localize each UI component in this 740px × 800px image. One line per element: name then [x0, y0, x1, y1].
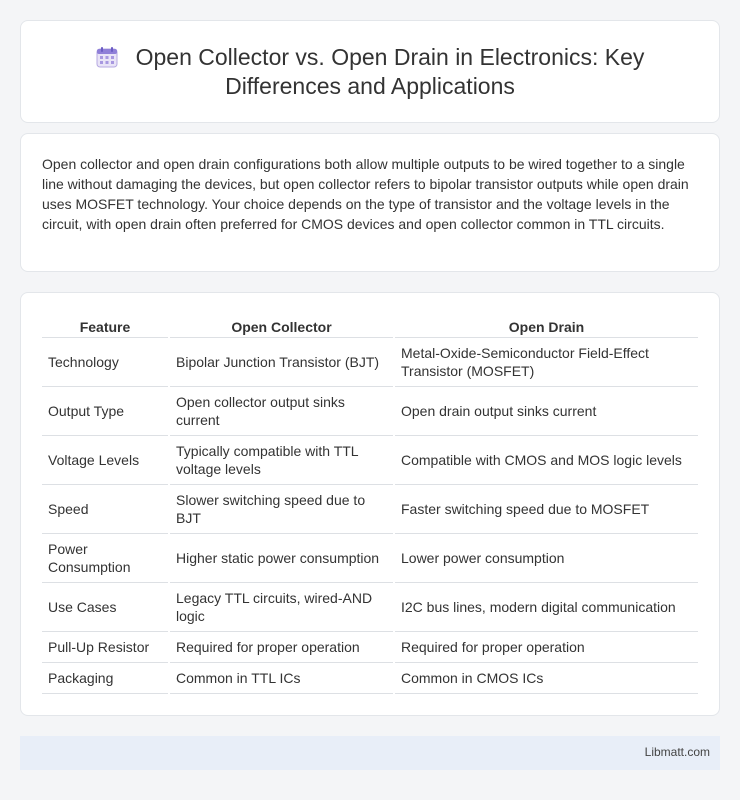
row-open-collector: Typically compatible with TTL voltage le…	[168, 435, 394, 485]
row-feature: Pull-Up Resistor	[42, 631, 169, 663]
row-feature: Packaging	[42, 662, 169, 694]
header-open-collector: Open Collector	[168, 314, 394, 338]
table-row: Technology Bipolar Junction Transistor (…	[42, 337, 698, 387]
header-feature: Feature	[42, 314, 169, 338]
page-title-text: Open Collector vs. Open Drain in Electro…	[135, 44, 645, 99]
row-feature: Speed	[42, 484, 169, 534]
intro-card: Open collector and open drain configurat…	[20, 133, 720, 272]
row-open-drain: Lower power consumption	[393, 533, 698, 583]
row-open-collector: Legacy TTL circuits, wired-AND logic	[168, 582, 394, 632]
row-open-drain: Open drain output sinks current	[393, 386, 698, 436]
row-feature: Voltage Levels	[42, 435, 169, 485]
table-row: Output Type Open collector output sinks …	[42, 386, 698, 436]
row-open-drain: I2C bus lines, modern digital communicat…	[393, 582, 698, 632]
row-feature: Power Consumption	[42, 533, 169, 583]
intro-paragraph: Open collector and open drain configurat…	[42, 156, 689, 232]
table-header-row: Feature Open Collector Open Drain	[42, 314, 698, 338]
row-open-collector: Bipolar Junction Transistor (BJT)	[168, 337, 394, 387]
row-open-drain: Common in CMOS ICs	[393, 662, 698, 694]
calendar-icon	[96, 47, 118, 68]
row-open-drain: Required for proper operation	[393, 631, 698, 663]
table-row: Speed Slower switching speed due to BJT …	[42, 484, 698, 534]
table-row: Power Consumption Higher static power co…	[42, 533, 698, 583]
footer: Libmatt.com	[20, 736, 720, 770]
table-row: Packaging Common in TTL ICs Common in CM…	[42, 662, 698, 694]
row-open-collector: Slower switching speed due to BJT	[168, 484, 394, 534]
table-row: Voltage Levels Typically compatible with…	[42, 435, 698, 485]
row-open-collector: Higher static power consumption	[168, 533, 394, 583]
comparison-card: Feature Open Collector Open Drain Techno…	[20, 292, 720, 716]
table-row: Use Cases Legacy TTL circuits, wired-AND…	[42, 582, 698, 632]
row-open-drain: Metal-Oxide-Semiconductor Field-Effect T…	[393, 337, 698, 387]
row-feature: Use Cases	[42, 582, 169, 632]
footer-brand-link[interactable]: Libmatt.com	[645, 745, 710, 759]
table-row: Pull-Up Resistor Required for proper ope…	[42, 631, 698, 663]
row-open-drain: Compatible with CMOS and MOS logic level…	[393, 435, 698, 485]
header-open-drain: Open Drain	[393, 314, 698, 338]
row-feature: Technology	[42, 337, 169, 387]
row-open-drain: Faster switching speed due to MOSFET	[393, 484, 698, 534]
row-feature: Output Type	[42, 386, 169, 436]
title-card: Open Collector vs. Open Drain in Electro…	[20, 20, 720, 123]
page-title: Open Collector vs. Open Drain in Electro…	[21, 43, 719, 101]
row-open-collector: Common in TTL ICs	[168, 662, 394, 694]
row-open-collector: Open collector output sinks current	[168, 386, 394, 436]
row-open-collector: Required for proper operation	[168, 631, 394, 663]
comparison-table: Feature Open Collector Open Drain Techno…	[42, 314, 698, 694]
